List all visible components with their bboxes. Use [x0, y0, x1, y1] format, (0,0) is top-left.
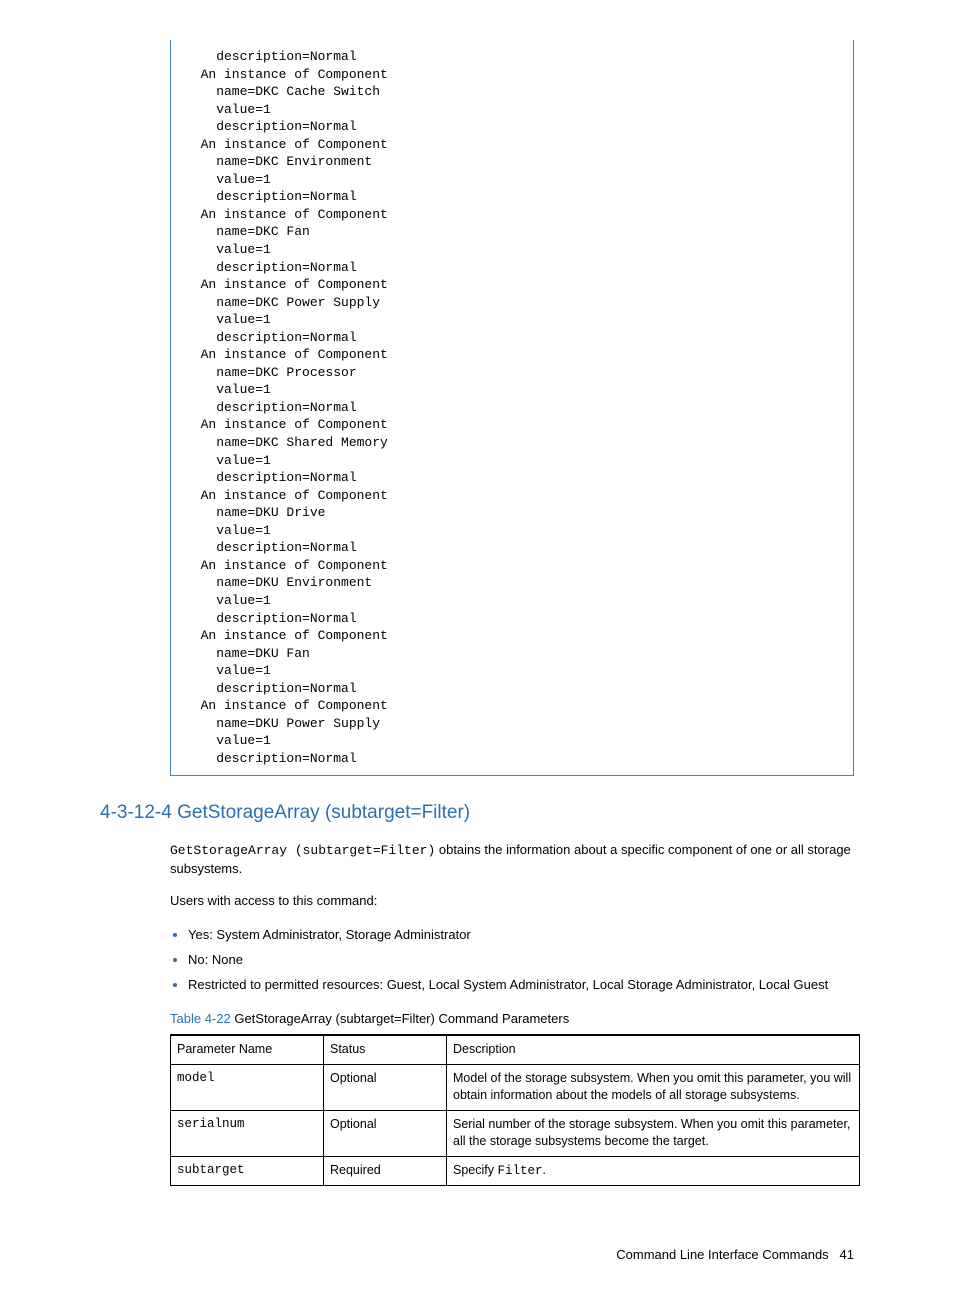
code-output-box: description=Normal An instance of Compon…: [170, 40, 854, 776]
desc-prefix: Specify: [453, 1163, 497, 1177]
param-desc-cell: Serial number of the storage subsystem. …: [447, 1110, 860, 1156]
param-status-cell: Optional: [324, 1110, 447, 1156]
parameters-table: Parameter Name Status Description model …: [170, 1034, 860, 1186]
col-header-parameter: Parameter Name: [171, 1035, 324, 1064]
param-name-cell: serialnum: [171, 1110, 324, 1156]
intro-mono: GetStorageArray (subtarget=Filter): [170, 843, 435, 858]
list-item: Restricted to permitted resources: Guest…: [188, 975, 854, 994]
table-row: model Optional Model of the storage subs…: [171, 1064, 860, 1110]
desc-mono: Filter: [497, 1164, 542, 1178]
param-name-cell: model: [171, 1064, 324, 1110]
access-bullet-list: Yes: System Administrator, Storage Admin…: [170, 925, 854, 995]
desc-suffix: .: [542, 1163, 545, 1177]
col-header-description: Description: [447, 1035, 860, 1064]
footer-page-number: 41: [840, 1247, 854, 1262]
list-item: Yes: System Administrator, Storage Admin…: [188, 925, 854, 944]
param-desc-cell: Model of the storage subsystem. When you…: [447, 1064, 860, 1110]
param-status-cell: Required: [324, 1156, 447, 1186]
param-name-cell: subtarget: [171, 1156, 324, 1186]
param-status-cell: Optional: [324, 1064, 447, 1110]
list-item: No: None: [188, 950, 854, 969]
access-label: Users with access to this command:: [170, 892, 854, 910]
section-heading: 4-3-12-4 GetStorageArray (subtarget=Filt…: [100, 800, 854, 827]
page-footer: Command Line Interface Commands 41: [100, 1246, 854, 1264]
table-caption: Table 4-22 GetStorageArray (subtarget=Fi…: [170, 1010, 854, 1028]
intro-paragraph: GetStorageArray (subtarget=Filter) obtai…: [170, 841, 854, 878]
table-caption-rest: GetStorageArray (subtarget=Filter) Comma…: [231, 1011, 570, 1026]
table-header-row: Parameter Name Status Description: [171, 1035, 860, 1064]
col-header-status: Status: [324, 1035, 447, 1064]
param-desc-cell: Specify Filter.: [447, 1156, 860, 1186]
table-caption-prefix: Table 4-22: [170, 1011, 231, 1026]
table-row: subtarget Required Specify Filter.: [171, 1156, 860, 1186]
footer-label: Command Line Interface Commands: [616, 1247, 828, 1262]
table-row: serialnum Optional Serial number of the …: [171, 1110, 860, 1156]
